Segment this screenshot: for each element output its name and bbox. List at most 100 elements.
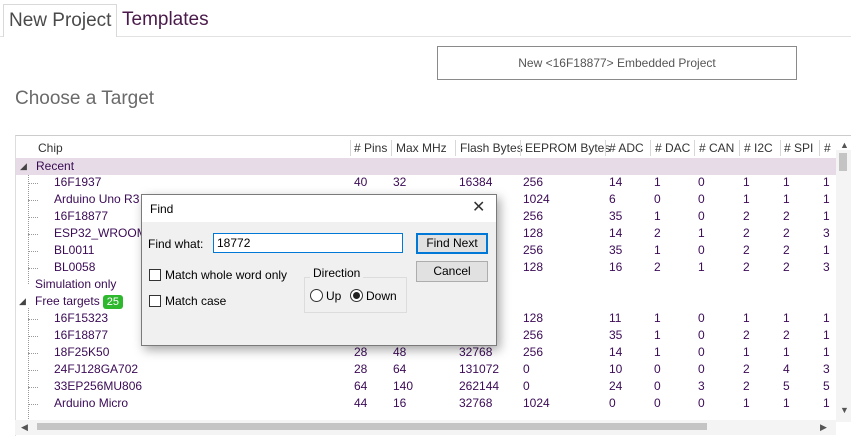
column-header-chip[interactable]: Chip — [38, 141, 63, 155]
find-what-input[interactable] — [213, 233, 403, 253]
cell-chip: 16F1937 — [54, 175, 102, 189]
cell-can: 0 — [698, 345, 705, 359]
direction-down-label[interactable]: Down — [366, 289, 397, 303]
cell-can: 0 — [698, 396, 705, 410]
scroll-up-arrow-icon[interactable]: ▲ — [840, 140, 849, 150]
column-header-dac[interactable]: # DAC — [655, 141, 690, 155]
close-icon[interactable]: ✕ — [472, 197, 485, 217]
cell-chip: 16F18877 — [54, 328, 109, 342]
column-header-eeprom[interactable]: EEPROM Bytes — [525, 141, 610, 155]
column-separator[interactable] — [520, 140, 521, 156]
cell-adc: 24 — [609, 379, 623, 393]
cell-adc: 11 — [609, 311, 622, 325]
cell-spi: 2 — [783, 209, 790, 223]
match-case-checkbox[interactable] — [149, 295, 161, 307]
table-row[interactable]: 16F1937 40 32 16384 256 14 1 0 1 1 1 — [0, 174, 836, 191]
cell-eeprom: 1024 — [523, 396, 550, 410]
table-row[interactable]: 24FJ128GA702 28 64 131072 0 10 0 0 2 4 3 — [0, 361, 836, 378]
count-badge: 25 — [102, 295, 123, 309]
cell-eeprom: 128 — [523, 260, 544, 274]
column-separator[interactable] — [391, 140, 392, 156]
column-separator[interactable] — [650, 140, 651, 156]
radio-selected-dot — [353, 292, 360, 299]
direction-label: Direction — [310, 266, 364, 280]
cell-chip: BL0058 — [54, 260, 96, 274]
cell-adc: 35 — [609, 209, 623, 223]
new-embedded-project-button[interactable]: New <16F18877> Embedded Project — [437, 46, 797, 80]
cell-flash: 16384 — [459, 175, 493, 189]
column-header-can[interactable]: # CAN — [699, 141, 734, 155]
cell-i2c: 1 — [743, 396, 750, 410]
match-whole-word-checkbox[interactable] — [149, 269, 161, 281]
cell-eeprom: 0 — [523, 362, 530, 376]
dialog-titlebar[interactable]: Find ✕ — [142, 195, 496, 222]
column-separator[interactable] — [694, 140, 695, 156]
column-header-i2c[interactable]: # I2C — [744, 141, 773, 155]
cell-dac: 1 — [654, 328, 661, 342]
cell-adc: 6 — [609, 192, 616, 206]
cell-can: 0 — [698, 175, 705, 189]
direction-up-radio[interactable] — [310, 289, 323, 302]
scroll-left-arrow-icon[interactable]: ◀ — [21, 422, 28, 433]
collapse-arrow-icon[interactable]: ◢ — [20, 161, 27, 172]
vertical-scrollbar[interactable] — [836, 150, 851, 422]
column-separator[interactable] — [455, 140, 456, 156]
table-row[interactable]: Arduino Micro 44 16 32768 1024 0 0 0 1 1 1 — [0, 395, 836, 412]
cell-chip: BL0011 — [54, 243, 95, 257]
scroll-down-arrow-icon[interactable]: ▼ — [840, 405, 849, 415]
column-separator[interactable] — [350, 140, 351, 156]
tab-new-project[interactable]: New Project — [3, 4, 117, 37]
tree-connector — [28, 319, 38, 320]
find-next-button[interactable]: Find Next — [416, 233, 488, 254]
tab-templates[interactable]: Templates — [122, 9, 209, 31]
cell-spi: 1 — [783, 396, 790, 410]
cell-chip: Arduino Micro — [54, 396, 129, 410]
column-separator[interactable] — [739, 140, 740, 156]
tree-connector — [28, 251, 38, 252]
column-header-adc[interactable]: # ADC — [609, 141, 644, 155]
cell-i2c: 2 — [743, 209, 750, 223]
horizontal-scroll-thumb[interactable] — [37, 423, 707, 430]
table-row[interactable]: 33EP256MU806 64 140 262144 0 24 0 3 2 5 5 — [0, 378, 836, 395]
cell-i2c: 1 — [743, 192, 750, 206]
tree-connector — [28, 404, 38, 405]
column-separator[interactable] — [780, 140, 781, 156]
cell-dac: 1 — [654, 243, 661, 257]
cell-can: 0 — [698, 311, 705, 325]
table-row[interactable]: 18F25K50 28 48 32768 256 14 1 0 1 1 1 — [0, 344, 836, 361]
match-whole-word-label[interactable]: Match whole word only — [165, 268, 287, 282]
cancel-button[interactable]: Cancel — [416, 261, 488, 282]
column-separator[interactable] — [605, 140, 606, 156]
cell-can: 3 — [698, 379, 705, 393]
column-header-mhz[interactable]: Max MHz — [396, 141, 447, 155]
scroll-right-arrow-icon[interactable]: ▶ — [820, 422, 827, 433]
collapse-arrow-icon[interactable]: ◢ — [19, 296, 26, 307]
tree-connector — [28, 336, 38, 337]
column-header-spi[interactable]: # SPI — [784, 141, 813, 155]
cell-pins: 44 — [354, 396, 368, 410]
cell-i2c: 2 — [743, 226, 750, 240]
column-separator[interactable] — [819, 140, 820, 156]
cell-x: 3 — [823, 226, 830, 240]
vertical-scroll-thumb[interactable] — [839, 153, 847, 171]
column-header-more[interactable]: # — [824, 141, 831, 155]
direction-down-radio[interactable] — [350, 289, 363, 302]
cell-mhz: 16 — [393, 396, 407, 410]
cell-i2c: 2 — [743, 362, 750, 376]
cell-dac: 1 — [654, 209, 661, 223]
direction-up-label[interactable]: Up — [326, 289, 341, 303]
cell-can: 0 — [698, 209, 705, 223]
cell-chip: 16F18877 — [54, 209, 109, 223]
column-header-pins[interactable]: # Pins — [354, 141, 387, 155]
cell-pins: 40 — [354, 175, 368, 189]
cell-can: 0 — [698, 243, 705, 257]
section-title: Choose a Target — [15, 88, 155, 109]
cell-spi: 2 — [783, 260, 790, 274]
group-recent[interactable]: ◢ Recent — [16, 158, 836, 175]
group-label: Free targets 25 — [35, 294, 123, 309]
match-case-label[interactable]: Match case — [165, 294, 226, 308]
cell-dac: 0 — [654, 396, 661, 410]
cell-adc: 14 — [609, 226, 623, 240]
column-header-flash[interactable]: Flash Bytes — [460, 141, 523, 155]
cell-i2c: 2 — [743, 260, 750, 274]
